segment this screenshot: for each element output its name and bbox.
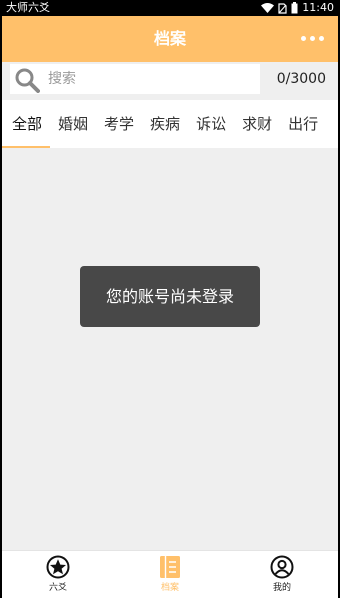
more-dots-icon[interactable] — [301, 36, 324, 41]
nav-label-archive: 档案 — [160, 583, 179, 593]
search-icon — [15, 68, 40, 93]
tab-wealth[interactable]: 求财 — [234, 100, 280, 148]
tab-illness[interactable]: 疾病 — [142, 100, 188, 148]
nav-mine[interactable]: 我的 — [226, 551, 338, 598]
star-icon — [46, 555, 70, 579]
page-title: 档案 — [153, 29, 186, 48]
tab-lawsuit[interactable]: 诉讼 — [188, 100, 234, 148]
search-box[interactable] — [10, 64, 260, 94]
user-icon — [270, 555, 294, 579]
tab-exam[interactable]: 考学 — [96, 100, 142, 148]
battery-icon — [291, 2, 298, 14]
login-toast: 您的账号尚未登录 — [80, 266, 260, 327]
nav-label-liuyao: 六爻 — [48, 583, 67, 593]
nav-label-mine: 我的 — [272, 583, 291, 593]
nav-archive[interactable]: 档案 — [114, 551, 226, 598]
tab-travel[interactable]: 出行 — [280, 100, 326, 148]
search-input[interactable] — [48, 64, 248, 94]
category-tabs: 全部 婚姻 考学 疾病 诉讼 求财 出行 — [2, 100, 338, 148]
tab-marriage[interactable]: 婚姻 — [50, 100, 96, 148]
bottom-nav: 六爻 档案 我的 — [2, 550, 338, 598]
search-row: 0/3000 — [2, 62, 338, 100]
status-app-name: 大师六爻 — [6, 1, 50, 14]
archive-counter: 0/3000 — [276, 71, 326, 87]
top-header: 档案 — [2, 16, 338, 62]
archive-icon — [160, 556, 180, 578]
status-icons: 11:40 — [261, 0, 334, 16]
no-sim-icon — [278, 2, 287, 14]
nav-liuyao[interactable]: 六爻 — [2, 551, 114, 598]
status-bar: 大师六爻 11:40 — [2, 0, 338, 16]
app-screen: 大师六爻 11:40 档案 0/3000 全部 婚姻 考学 疾病 诉讼 求财 出 — [2, 0, 338, 598]
status-time: 11:40 — [302, 1, 334, 14]
tab-all[interactable]: 全部 — [2, 100, 51, 148]
wifi-icon — [261, 3, 275, 13]
